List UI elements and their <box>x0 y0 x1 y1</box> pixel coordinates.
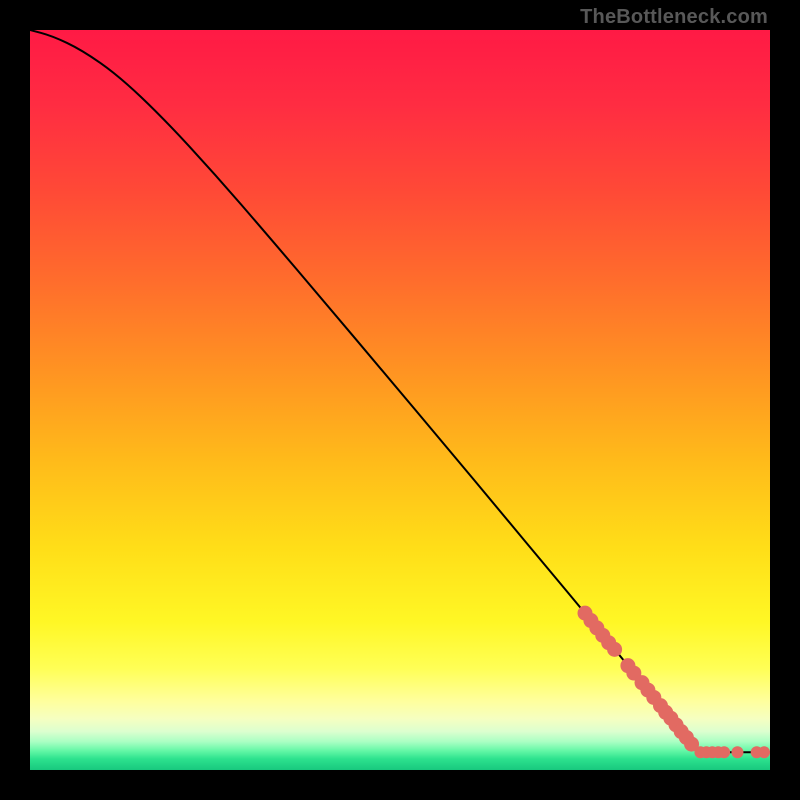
bottleneck-curve <box>30 30 770 752</box>
watermark-label: TheBottleneck.com <box>580 6 768 29</box>
data-markers <box>578 606 771 759</box>
data-marker <box>758 746 770 758</box>
plot-area <box>30 30 770 770</box>
chart-curve-layer <box>30 30 770 770</box>
data-marker <box>731 746 743 758</box>
data-marker <box>718 746 730 758</box>
data-marker <box>607 642 622 657</box>
